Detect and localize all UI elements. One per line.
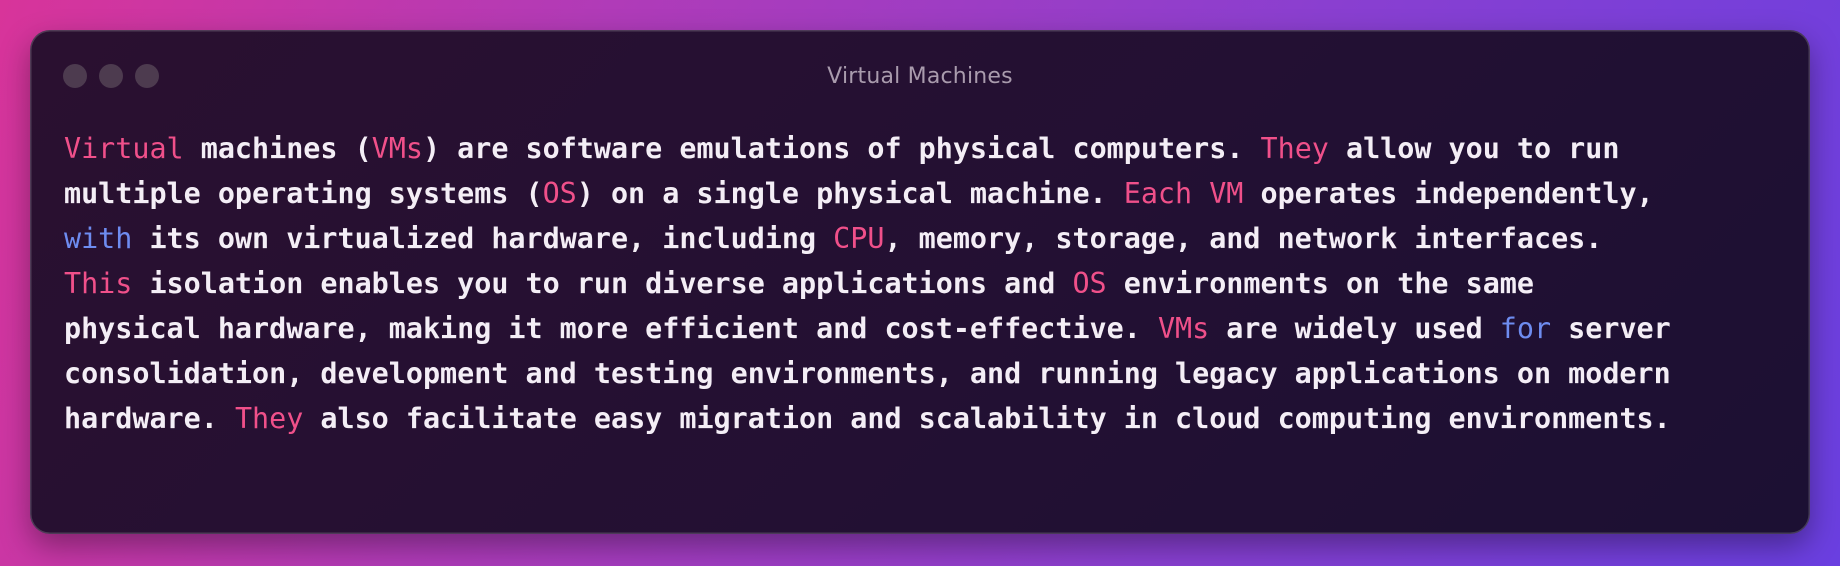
plain-text: are widely used — [1209, 312, 1500, 345]
highlighted-keyword: with — [64, 222, 133, 255]
text-line: Virtual machines (VMs) are software emul… — [64, 126, 1794, 171]
plain-text: machines ( — [183, 132, 372, 165]
highlighted-keyword: Each VM — [1123, 177, 1244, 210]
highlighted-keyword: OS — [1072, 267, 1107, 300]
plain-text: consolidation, development and testing e… — [64, 357, 1671, 390]
text-line: multiple operating systems (OS) on a sin… — [64, 171, 1794, 216]
highlighted-keyword: for — [1499, 312, 1552, 345]
plain-text: isolation enables you to run diverse app… — [132, 267, 1073, 300]
plain-text: its own virtualized hardware, including — [132, 222, 834, 255]
plain-text: , memory, storage, and network interface… — [884, 222, 1603, 255]
plain-text: operates independently, — [1243, 177, 1654, 210]
highlighted-keyword: This — [64, 267, 133, 300]
plain-text: ) on a single physical machine. — [576, 177, 1124, 210]
text-line: This isolation enables you to run divers… — [64, 261, 1794, 306]
window-title: Virtual Machines — [827, 64, 1013, 89]
highlighted-keyword: They — [1260, 132, 1329, 165]
plain-text: physical hardware, making it more effici… — [64, 312, 1158, 345]
text-line: hardware. They also facilitate easy migr… — [64, 396, 1794, 441]
text-line: physical hardware, making it more effici… — [64, 306, 1794, 351]
highlighted-keyword: OS — [542, 177, 577, 210]
text-content: Virtual machines (VMs) are software emul… — [64, 126, 1794, 441]
window-titlebar: Virtual Machines — [30, 30, 1810, 124]
plain-text: also facilitate easy migration and scala… — [303, 402, 1671, 435]
text-line: with its own virtualized hardware, inclu… — [64, 216, 1794, 261]
plain-text: ) are software emulations of physical co… — [422, 132, 1261, 165]
code-window: Virtual Machines Virtual machines (VMs) … — [30, 30, 1810, 534]
plain-text: server — [1551, 312, 1671, 345]
text-line: consolidation, development and testing e… — [64, 351, 1794, 396]
highlighted-keyword: Virtual — [64, 132, 184, 165]
highlighted-keyword: VMs — [1157, 312, 1210, 345]
plain-text: multiple operating systems ( — [64, 177, 543, 210]
highlighted-keyword: They — [234, 402, 304, 435]
highlighted-keyword: CPU — [833, 222, 885, 255]
plain-text: allow you to run — [1328, 132, 1620, 165]
plain-text: hardware. — [64, 402, 235, 435]
plain-text: environments on the same — [1106, 267, 1534, 300]
highlighted-keyword: VMs — [371, 132, 423, 165]
